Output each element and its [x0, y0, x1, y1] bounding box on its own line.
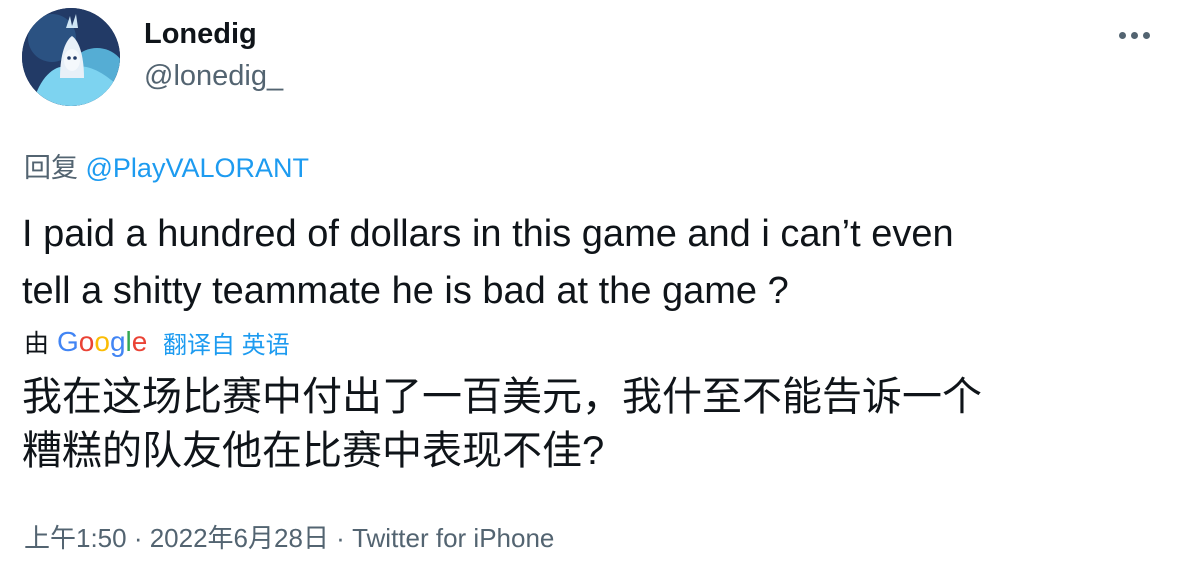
meta-separator: · [328, 523, 353, 553]
tweet-line: tell a shitty teammate he is bad at the … [22, 270, 789, 312]
tweet-time[interactable]: 上午1:50 [24, 523, 127, 553]
reply-mention-link[interactable]: @PlayVALORANT [86, 153, 309, 183]
tweet-source: Twitter for iPhone [352, 523, 555, 553]
avatar[interactable] [22, 8, 120, 106]
google-logo-icon: Google [57, 322, 155, 362]
translated-line: 我在这场比赛中付出了一百美元，我什至不能告诉一个 [22, 375, 982, 419]
more-horizontal-icon [1118, 31, 1126, 39]
tweet-metadata: 上午1:50 · 2022年6月28日 · Twitter for iPhone [24, 518, 554, 555]
tweet-text: I paid a hundred of dollars in this game… [22, 206, 1172, 320]
meta-separator: · [126, 523, 150, 553]
tweet-line: I paid a hundred of dollars in this game… [22, 213, 954, 255]
reply-context: 回复 @PlayVALORANT [24, 146, 309, 185]
translated-from-label[interactable]: 翻译自 英语 [163, 325, 290, 360]
display-name[interactable]: Lonedig [144, 18, 257, 51]
translation-by-label: 由 [24, 330, 50, 358]
translated-text: 我在这场比赛中付出了一百美元，我什至不能告诉一个 糟糕的队友他在比赛中表现不佳? [22, 370, 1172, 478]
translated-line: 糟糕的队友他在比赛中表现不佳? [22, 429, 605, 473]
reply-prefix: 回复 [24, 153, 86, 183]
more-options-button[interactable] [1112, 22, 1156, 48]
tweet-date[interactable]: 2022年6月28日 [150, 523, 329, 553]
translation-attribution: 由 Google 翻译自 英语 [24, 322, 290, 362]
user-handle[interactable]: @lonedig_ [144, 60, 283, 93]
google-logo-text: Google [57, 326, 147, 357]
avatar-illustration-icon [22, 8, 120, 106]
